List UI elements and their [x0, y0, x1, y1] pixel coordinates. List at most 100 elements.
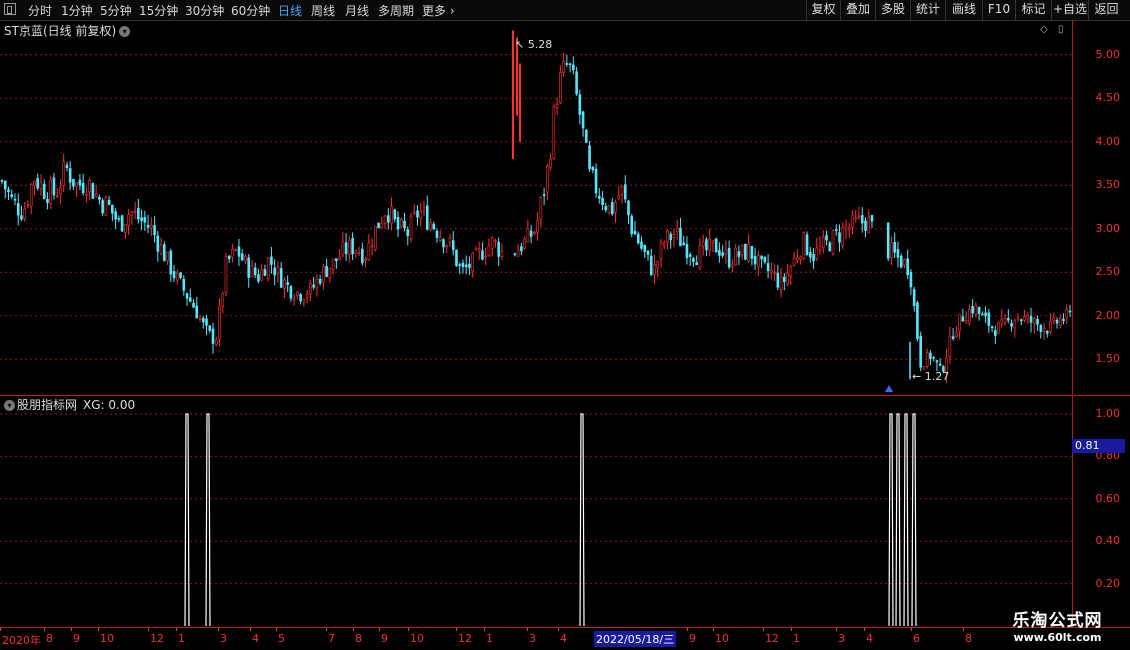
signal-pulse	[579, 413, 585, 627]
candle	[380, 216, 384, 229]
date-tick-label: 1	[178, 632, 185, 645]
toolbar-button-5[interactable]: F10	[982, 0, 1015, 20]
toolbar-button-4[interactable]: 画线	[945, 0, 982, 20]
candle	[740, 244, 744, 260]
candle	[451, 231, 455, 256]
candle	[903, 258, 906, 269]
candle	[72, 178, 75, 190]
candle	[20, 205, 23, 222]
candle	[49, 175, 52, 210]
candle	[59, 178, 62, 205]
date-tick-mark	[963, 628, 964, 631]
candle	[416, 204, 419, 226]
candle	[10, 189, 14, 200]
date-tick-mark	[687, 628, 688, 631]
candle	[994, 326, 997, 344]
candle	[656, 260, 660, 278]
candle	[1062, 313, 1065, 325]
candle	[438, 229, 442, 243]
candle	[598, 188, 601, 204]
candle	[640, 236, 643, 251]
tab-period-0[interactable]: 分时	[28, 2, 52, 19]
tab-period-3[interactable]: 15分钟	[139, 2, 178, 19]
candle	[805, 231, 809, 256]
candle	[419, 203, 423, 227]
candle	[338, 249, 341, 261]
candle	[455, 249, 458, 267]
candle	[406, 226, 410, 246]
candle	[156, 230, 160, 262]
tab-period-8[interactable]: 月线	[345, 2, 369, 19]
tab-period-2[interactable]: 5分钟	[100, 2, 132, 19]
candle	[760, 255, 763, 268]
candle	[1020, 318, 1023, 326]
candle	[812, 248, 815, 269]
signal-arrow-icon	[885, 385, 893, 392]
candle	[646, 250, 650, 261]
price-tick-label: 3.50	[1095, 178, 1121, 192]
tab-period-4[interactable]: 30分钟	[185, 2, 224, 19]
signal-pulse	[911, 413, 917, 627]
candle	[107, 196, 111, 206]
candle	[393, 208, 397, 223]
candle	[289, 285, 293, 302]
toolbar-button-8[interactable]: 返回	[1088, 0, 1124, 20]
candle	[257, 268, 260, 284]
candle	[675, 219, 679, 240]
candle	[335, 258, 338, 269]
tab-period-6[interactable]: 日线	[278, 2, 302, 19]
candlestick-chart[interactable]	[0, 20, 1072, 394]
candle	[623, 175, 627, 203]
candle	[412, 204, 416, 216]
toolbar-button-2[interactable]: 多股	[875, 0, 910, 20]
candle	[864, 217, 867, 238]
candle	[94, 185, 98, 198]
price-tick-label: 2.00	[1095, 308, 1121, 322]
toolbar-button-0[interactable]: 复权	[806, 0, 840, 20]
candle	[1023, 310, 1026, 323]
candle	[325, 258, 328, 278]
toolbar-button-7[interactable]: +自选	[1051, 0, 1088, 20]
candle	[399, 217, 403, 229]
candle	[737, 245, 741, 266]
cursor-value-badge: 0.81	[1072, 439, 1125, 453]
tab-period-5[interactable]: 60分钟	[231, 2, 270, 19]
candle	[948, 326, 952, 364]
candle	[331, 258, 335, 275]
candle	[997, 321, 1000, 334]
candle	[753, 247, 757, 270]
indicator-tick-label: 0.60	[1095, 491, 1121, 505]
candle	[594, 163, 598, 199]
candle	[1036, 315, 1039, 331]
tab-period-10[interactable]: 更多 ›	[422, 2, 455, 19]
candle	[731, 259, 734, 273]
candle	[536, 212, 539, 241]
tab-period-9[interactable]: 多周期	[378, 2, 414, 19]
candle	[270, 246, 273, 274]
toolbar-button-3[interactable]: 统计	[910, 0, 945, 20]
candle	[182, 275, 186, 296]
candle	[114, 208, 117, 229]
date-tick-label: 10	[715, 632, 729, 645]
toolbar-button-6[interactable]: 标记	[1015, 0, 1051, 20]
candle	[370, 238, 374, 256]
candle	[653, 254, 656, 284]
candle	[977, 306, 981, 321]
toolbar-button-1[interactable]: 叠加	[840, 0, 875, 20]
candle	[477, 241, 481, 261]
indicator-chart[interactable]	[0, 395, 1072, 627]
candle	[714, 237, 718, 253]
candle	[36, 173, 40, 191]
candle	[312, 276, 315, 290]
low-price-value: 1.27	[924, 370, 950, 383]
candle	[893, 232, 897, 259]
date-tick-mark	[713, 628, 714, 631]
candle	[211, 322, 215, 354]
tab-period-1[interactable]: 1分钟	[61, 2, 93, 19]
window-menu-icon[interactable]	[4, 3, 16, 15]
candle	[555, 97, 559, 116]
date-tick-mark	[911, 628, 912, 631]
tab-period-7[interactable]: 周线	[311, 2, 335, 19]
candle	[757, 250, 760, 277]
candle	[435, 228, 439, 243]
